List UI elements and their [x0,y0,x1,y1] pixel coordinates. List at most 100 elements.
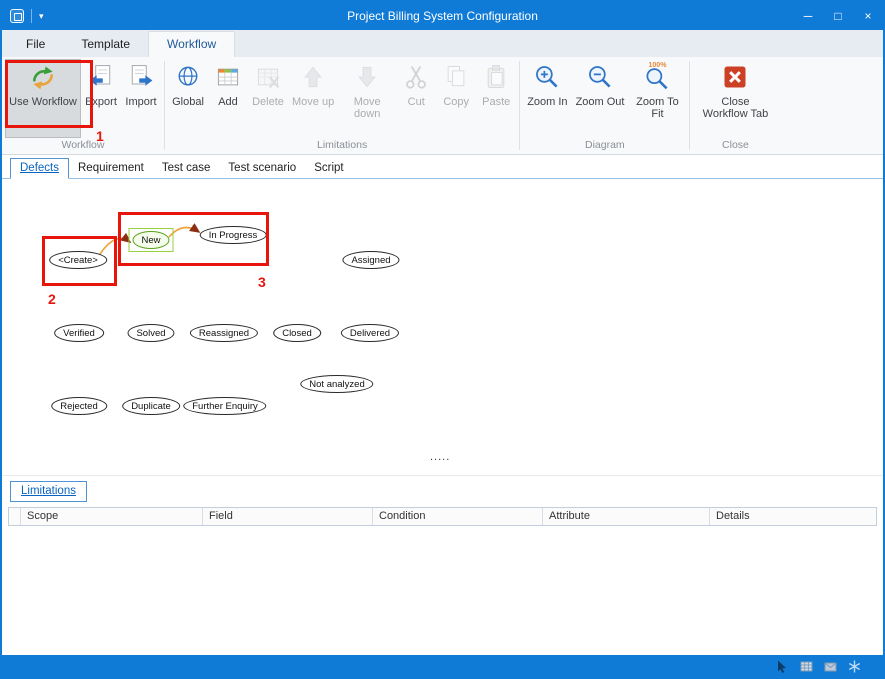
workflow-node-verified[interactable]: Verified [54,324,104,342]
delete-label: Delete [252,96,284,108]
copy-button: Copy [436,59,476,138]
titlebar-separator [31,9,32,23]
column-header-scope: Scope [21,508,203,525]
ribbon-group-label-limitations: Limitations [165,138,519,154]
clipboard-icon [482,63,510,96]
workflow-node-assigned[interactable]: Assigned [342,251,399,269]
global-button[interactable]: Global [168,59,208,138]
limitations-panel: Limitations Scope Field Condition Attrib… [2,475,883,655]
minimize-button[interactable]: ─ [793,2,823,30]
zoom-to-fit-button[interactable]: 100% Zoom To Fit [628,59,686,138]
move-up-button: Move up [288,59,338,138]
annotation-number-3: 3 [258,274,266,290]
zoom-in-label: Zoom In [527,96,567,108]
workflow-node-in-progress[interactable]: In Progress [200,226,267,244]
close-workflow-tab-button[interactable]: Close Workflow Tab [693,59,777,138]
annotation-number-2: 2 [48,291,56,307]
tab-test-case[interactable]: Test case [153,159,220,178]
tab-workflow[interactable]: Workflow [148,31,235,57]
close-workflow-tab-label: Close Workflow Tab [697,96,773,120]
import-label: Import [125,96,156,108]
add-label: Add [218,96,238,108]
zoom-percent-badge: 100% [643,60,671,72]
zoom-to-fit-icon: 100% [643,63,671,96]
use-workflow-label: Use Workflow [9,96,77,108]
copy-label: Copy [443,96,469,108]
close-tab-icon [721,63,749,96]
add-table-icon [214,63,242,96]
export-icon [87,63,115,96]
move-down-button: Move down [338,59,396,138]
delete-button: Delete [248,59,288,138]
transition-create-to-new [100,238,130,254]
workflow-diagram-canvas[interactable]: <Create> New In Progress Assigned Verifi… [2,179,883,475]
move-up-arrow-icon [299,63,327,96]
tab-defects[interactable]: Defects [10,158,69,179]
globe-icon [174,63,202,96]
export-button[interactable]: Export [81,59,121,138]
tab-test-scenario[interactable]: Test scenario [219,159,305,178]
workflow-node-rejected[interactable]: Rejected [51,397,107,415]
maximize-button[interactable]: □ [823,2,853,30]
column-header-attribute: Attribute [543,508,710,525]
zoom-out-label: Zoom Out [576,96,625,108]
global-label: Global [172,96,204,108]
column-header-details: Details [710,508,876,525]
ribbon-group-limitations: Global Add Delete [165,57,519,154]
pointer-icon[interactable] [776,660,789,673]
zoom-in-button[interactable]: Zoom In [523,59,571,138]
paste-label: Paste [482,96,510,108]
zoom-in-icon [533,63,561,96]
quick-access-caret-icon[interactable]: ▾ [39,12,44,21]
export-label: Export [85,96,117,108]
move-down-label: Move down [342,96,392,120]
use-workflow-icon [29,63,57,96]
workflow-node-delivered[interactable]: Delivered [341,324,399,342]
workflow-node-duplicate[interactable]: Duplicate [122,397,180,415]
ribbon-group-label-close: Close [690,138,780,154]
grid-icon[interactable] [800,660,813,673]
limitations-table-header: Scope Field Condition Attribute Details [8,507,877,526]
snowflake-icon[interactable] [848,660,861,673]
row-selector-column [9,508,21,525]
status-bar [2,655,883,677]
workflow-node-reassigned[interactable]: Reassigned [190,324,258,342]
ribbon-group-label-diagram: Diagram [520,138,689,154]
app-icon[interactable] [10,9,24,23]
workflow-node-further-enquiry[interactable]: Further Enquiry [183,397,266,415]
tab-script[interactable]: Script [305,159,352,178]
workflow-node-new[interactable]: New [132,231,169,249]
workflow-node-create[interactable]: <Create> [49,251,107,269]
ribbon-group-workflow: Use Workflow Export Import Workflow [2,57,164,154]
import-button[interactable]: Import [121,59,161,138]
tab-template[interactable]: Template [63,32,148,57]
app-window: ▾ Project Billing System Configuration ─… [0,0,885,679]
zoom-out-button[interactable]: Zoom Out [572,59,629,138]
workflow-node-not-analyzed[interactable]: Not analyzed [300,375,373,393]
add-button[interactable]: Add [208,59,248,138]
mail-icon[interactable] [824,660,837,673]
scissors-icon [402,63,430,96]
tab-requirement[interactable]: Requirement [69,159,153,178]
ribbon-tab-bar: File Template Workflow [2,30,883,57]
paste-button: Paste [476,59,516,138]
tab-file[interactable]: File [8,32,63,57]
ribbon-group-label-workflow: Workflow [2,138,164,154]
copy-icon [442,63,470,96]
close-button[interactable]: × [853,2,883,30]
window-title: Project Billing System Configuration [2,9,883,23]
workflow-node-closed[interactable]: Closed [273,324,321,342]
workflow-node-solved[interactable]: Solved [127,324,174,342]
delete-table-icon [254,63,282,96]
ribbon-group-diagram: Zoom In Zoom Out 100% Zoom To Fit Diagra [520,57,689,154]
move-up-label: Move up [292,96,334,108]
cut-button: Cut [396,59,436,138]
zoom-to-fit-label: Zoom To Fit [632,96,682,120]
tab-limitations[interactable]: Limitations [10,481,87,502]
canvas-ellipsis: ..... [430,451,450,463]
column-header-field: Field [203,508,373,525]
use-workflow-button[interactable]: Use Workflow [5,59,81,138]
zoom-out-icon [586,63,614,96]
title-bar: ▾ Project Billing System Configuration ─… [2,2,883,30]
ribbon: Use Workflow Export Import Workflow [2,57,883,155]
